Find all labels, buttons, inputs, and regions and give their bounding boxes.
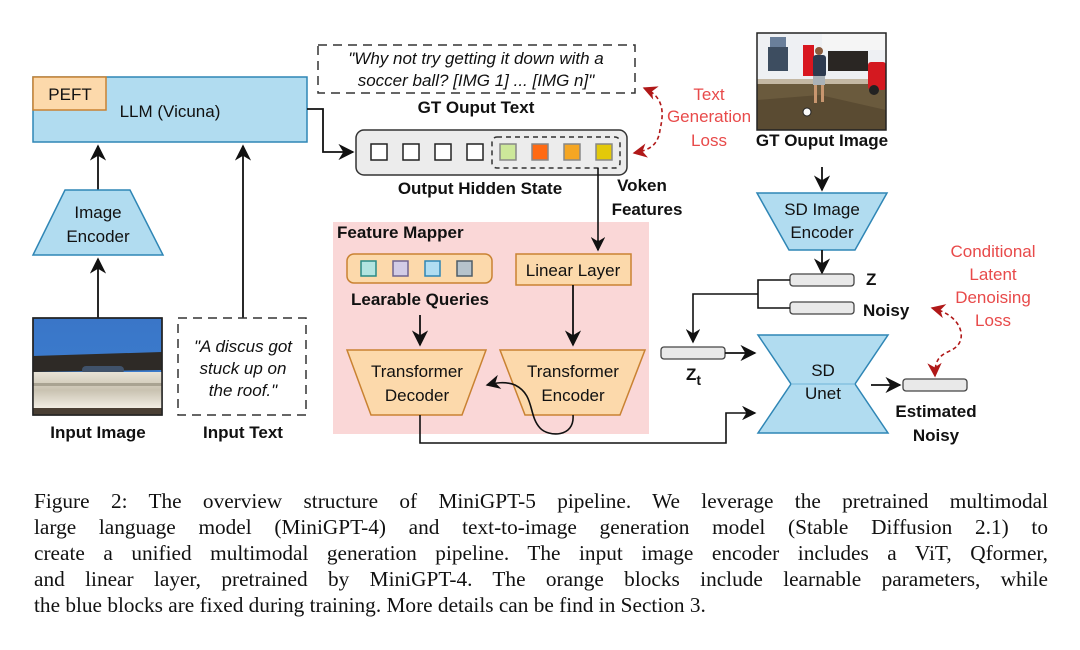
gt-output-text-label: GT Ouput Text: [418, 98, 535, 117]
hidden-token: [466, 143, 484, 161]
query-token: [392, 260, 409, 277]
sd-image-encoder-block: SD Image Encoder: [755, 192, 889, 251]
noisy-label: Noisy: [863, 301, 910, 320]
llm-block: PEFT LLM (Vicuna): [32, 76, 308, 143]
transformer-encoder-block: Transformer Encoder: [498, 349, 647, 416]
noisy-latent-bar: [789, 301, 855, 315]
hidden-state-label: Output Hidden State: [398, 179, 562, 198]
denoising-loss-label: Conditional Latent Denoising Loss: [950, 242, 1035, 330]
caption-line: create a unified multimodal generation p…: [34, 541, 1048, 565]
transformer-decoder-block: Transformer Decoder: [345, 349, 488, 416]
denoise-loss-arrow: [927, 304, 963, 378]
voken-token: [595, 143, 613, 161]
pipeline-diagram: PEFT LLM (Vicuna) Image Encoder Input Im…: [31, 32, 1036, 445]
svg-text:Transformer: Transformer: [527, 362, 619, 381]
hidden-token: [402, 143, 420, 161]
svg-text:Latent: Latent: [969, 265, 1017, 284]
caption-line: Figure 2: The overview structure of Mini…: [34, 489, 1048, 513]
caption-line: the blue blocks are fixed during trainin…: [34, 593, 706, 617]
feature-mapper-title: Feature Mapper: [337, 223, 464, 242]
features-label: Features: [612, 200, 683, 219]
figure-caption: Figure 2: The overview structure of Mini…: [34, 488, 1048, 618]
learnable-queries-label: Learable Queries: [351, 290, 489, 309]
arrow-merge-to-zt: [685, 293, 758, 344]
zt-latent-bar: [660, 346, 726, 360]
input-image: [32, 317, 163, 416]
svg-text:Conditional: Conditional: [950, 242, 1035, 261]
linear-layer-label: Linear Layer: [526, 261, 621, 280]
svg-text:SD Image: SD Image: [784, 200, 860, 219]
svg-text:Loss: Loss: [975, 311, 1011, 330]
svg-text:Decoder: Decoder: [385, 386, 450, 405]
query-token: [360, 260, 377, 277]
svg-text:Generation: Generation: [667, 107, 751, 126]
query-token: [424, 260, 441, 277]
estimated-label: Estimated: [895, 402, 976, 421]
hidden-token: [370, 143, 388, 161]
caption-line: large language model (MiniGPT-4) and tex…: [34, 515, 1048, 539]
input-text-box: "A discus got stuck up on the roof.": [177, 317, 307, 416]
sd-unet-block: SD Unet: [756, 334, 890, 434]
svg-text:Text: Text: [693, 85, 724, 104]
svg-text:Denoising: Denoising: [955, 288, 1031, 307]
image-encoder-block: Image Encoder: [31, 189, 165, 256]
input-text-label: Input Text: [203, 423, 283, 442]
caption-line: and linear layer, pretrained by MiniGPT-…: [34, 567, 1048, 591]
svg-text:Transformer: Transformer: [371, 362, 463, 381]
text-generation-loss-label: Text Generation Loss: [667, 85, 751, 150]
connector-z: [757, 279, 790, 309]
voken-token: [499, 143, 517, 161]
svg-text:stuck up on: stuck up on: [200, 359, 287, 378]
input-image-label: Input Image: [50, 423, 145, 442]
query-token: [456, 260, 473, 277]
svg-text:soccer ball? [IMG 1] ... [IMG: soccer ball? [IMG 1] ... [IMG n]": [358, 71, 596, 90]
svg-text:Unet: Unet: [805, 384, 841, 403]
svg-text:"A discus got: "A discus got: [194, 337, 293, 356]
svg-text:the roof.": the roof.": [209, 381, 278, 400]
peft-label: PEFT: [48, 85, 91, 104]
z-label: Z: [866, 270, 876, 289]
arrow-llm-to-hidden-state: [307, 108, 355, 161]
z-latent-bar: [789, 273, 855, 287]
zt-label: Zt: [686, 365, 701, 388]
hidden-token: [434, 143, 452, 161]
voken-token: [563, 143, 581, 161]
svg-text:Encoder: Encoder: [66, 227, 130, 246]
svg-text:Encoder: Encoder: [790, 223, 854, 242]
svg-text:Image: Image: [74, 203, 121, 222]
svg-text:Loss: Loss: [691, 131, 727, 150]
estimated-noisy-bar: [902, 378, 968, 392]
voken-token: [531, 143, 549, 161]
gt-output-image: [756, 32, 887, 131]
output-hidden-state: [355, 129, 628, 176]
svg-text:Encoder: Encoder: [541, 386, 605, 405]
svg-text:"Why not try getting it down w: "Why not try getting it down with a: [348, 49, 603, 68]
gt-output-text-box: "Why not try getting it down with a socc…: [317, 44, 636, 94]
voken-label: Voken: [617, 176, 667, 195]
svg-text:SD: SD: [811, 361, 835, 380]
llm-label: LLM (Vicuna): [120, 102, 221, 121]
gt-output-image-label: GT Ouput Image: [756, 131, 888, 150]
text-loss-arrow: [632, 86, 663, 158]
feature-mapper: Feature Mapper Learable Queries Linear L…: [333, 222, 649, 435]
estimated-noisy-label: Noisy: [913, 426, 960, 445]
